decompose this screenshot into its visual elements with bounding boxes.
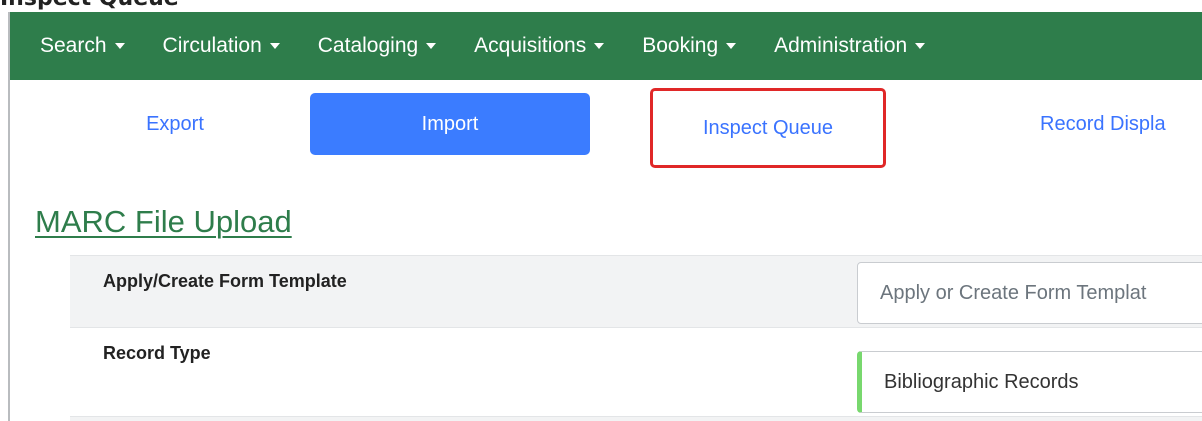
record-type-label: Record Type: [103, 343, 211, 363]
app-window: Search Circulation Cataloging Acquisitio…: [8, 12, 1202, 421]
nav-label: Acquisitions: [474, 34, 587, 57]
main-navbar: Search Circulation Cataloging Acquisitio…: [10, 12, 1202, 80]
tab-inspect-queue[interactable]: Inspect Queue: [650, 88, 886, 168]
form-row-next: [70, 416, 1202, 421]
nav-booking[interactable]: Booking: [642, 34, 737, 58]
caret-down-icon: [426, 43, 437, 49]
nav-circulation[interactable]: Circulation: [163, 34, 280, 58]
template-label: Apply/Create Form Template: [103, 271, 347, 291]
section-title-marc-upload[interactable]: MARC File Upload: [35, 204, 292, 240]
page-heading-cut: Inspect Queue: [0, 0, 179, 11]
nav-label: Cataloging: [317, 34, 419, 57]
caret-down-icon: [114, 43, 125, 49]
template-combobox[interactable]: Apply or Create Form Templat: [857, 262, 1202, 324]
caret-down-icon: [269, 43, 280, 49]
marc-tabs: Export Import Inspect Queue Record Displ…: [10, 80, 1202, 190]
nav-cataloging[interactable]: Cataloging: [317, 34, 437, 58]
record-type-select[interactable]: Bibliographic Records: [857, 351, 1202, 413]
form-row-template: Apply/Create Form Template Apply or Crea…: [70, 255, 1202, 328]
form-row-record-type: Record Type Bibliographic Records: [70, 328, 1202, 416]
nav-label: Circulation: [162, 34, 262, 57]
caret-down-icon: [915, 43, 926, 49]
tab-export[interactable]: Export: [50, 93, 300, 155]
nav-administration[interactable]: Administration: [774, 34, 926, 58]
nav-search[interactable]: Search: [40, 34, 125, 58]
nav-acquisitions[interactable]: Acquisitions: [474, 34, 605, 58]
tab-record-display[interactable]: Record Displa: [1040, 93, 1202, 155]
tab-import[interactable]: Import: [310, 93, 590, 155]
nav-label: Search: [40, 34, 107, 57]
nav-label: Administration: [774, 34, 908, 57]
nav-label: Booking: [642, 34, 719, 57]
caret-down-icon: [726, 43, 737, 49]
caret-down-icon: [594, 43, 605, 49]
